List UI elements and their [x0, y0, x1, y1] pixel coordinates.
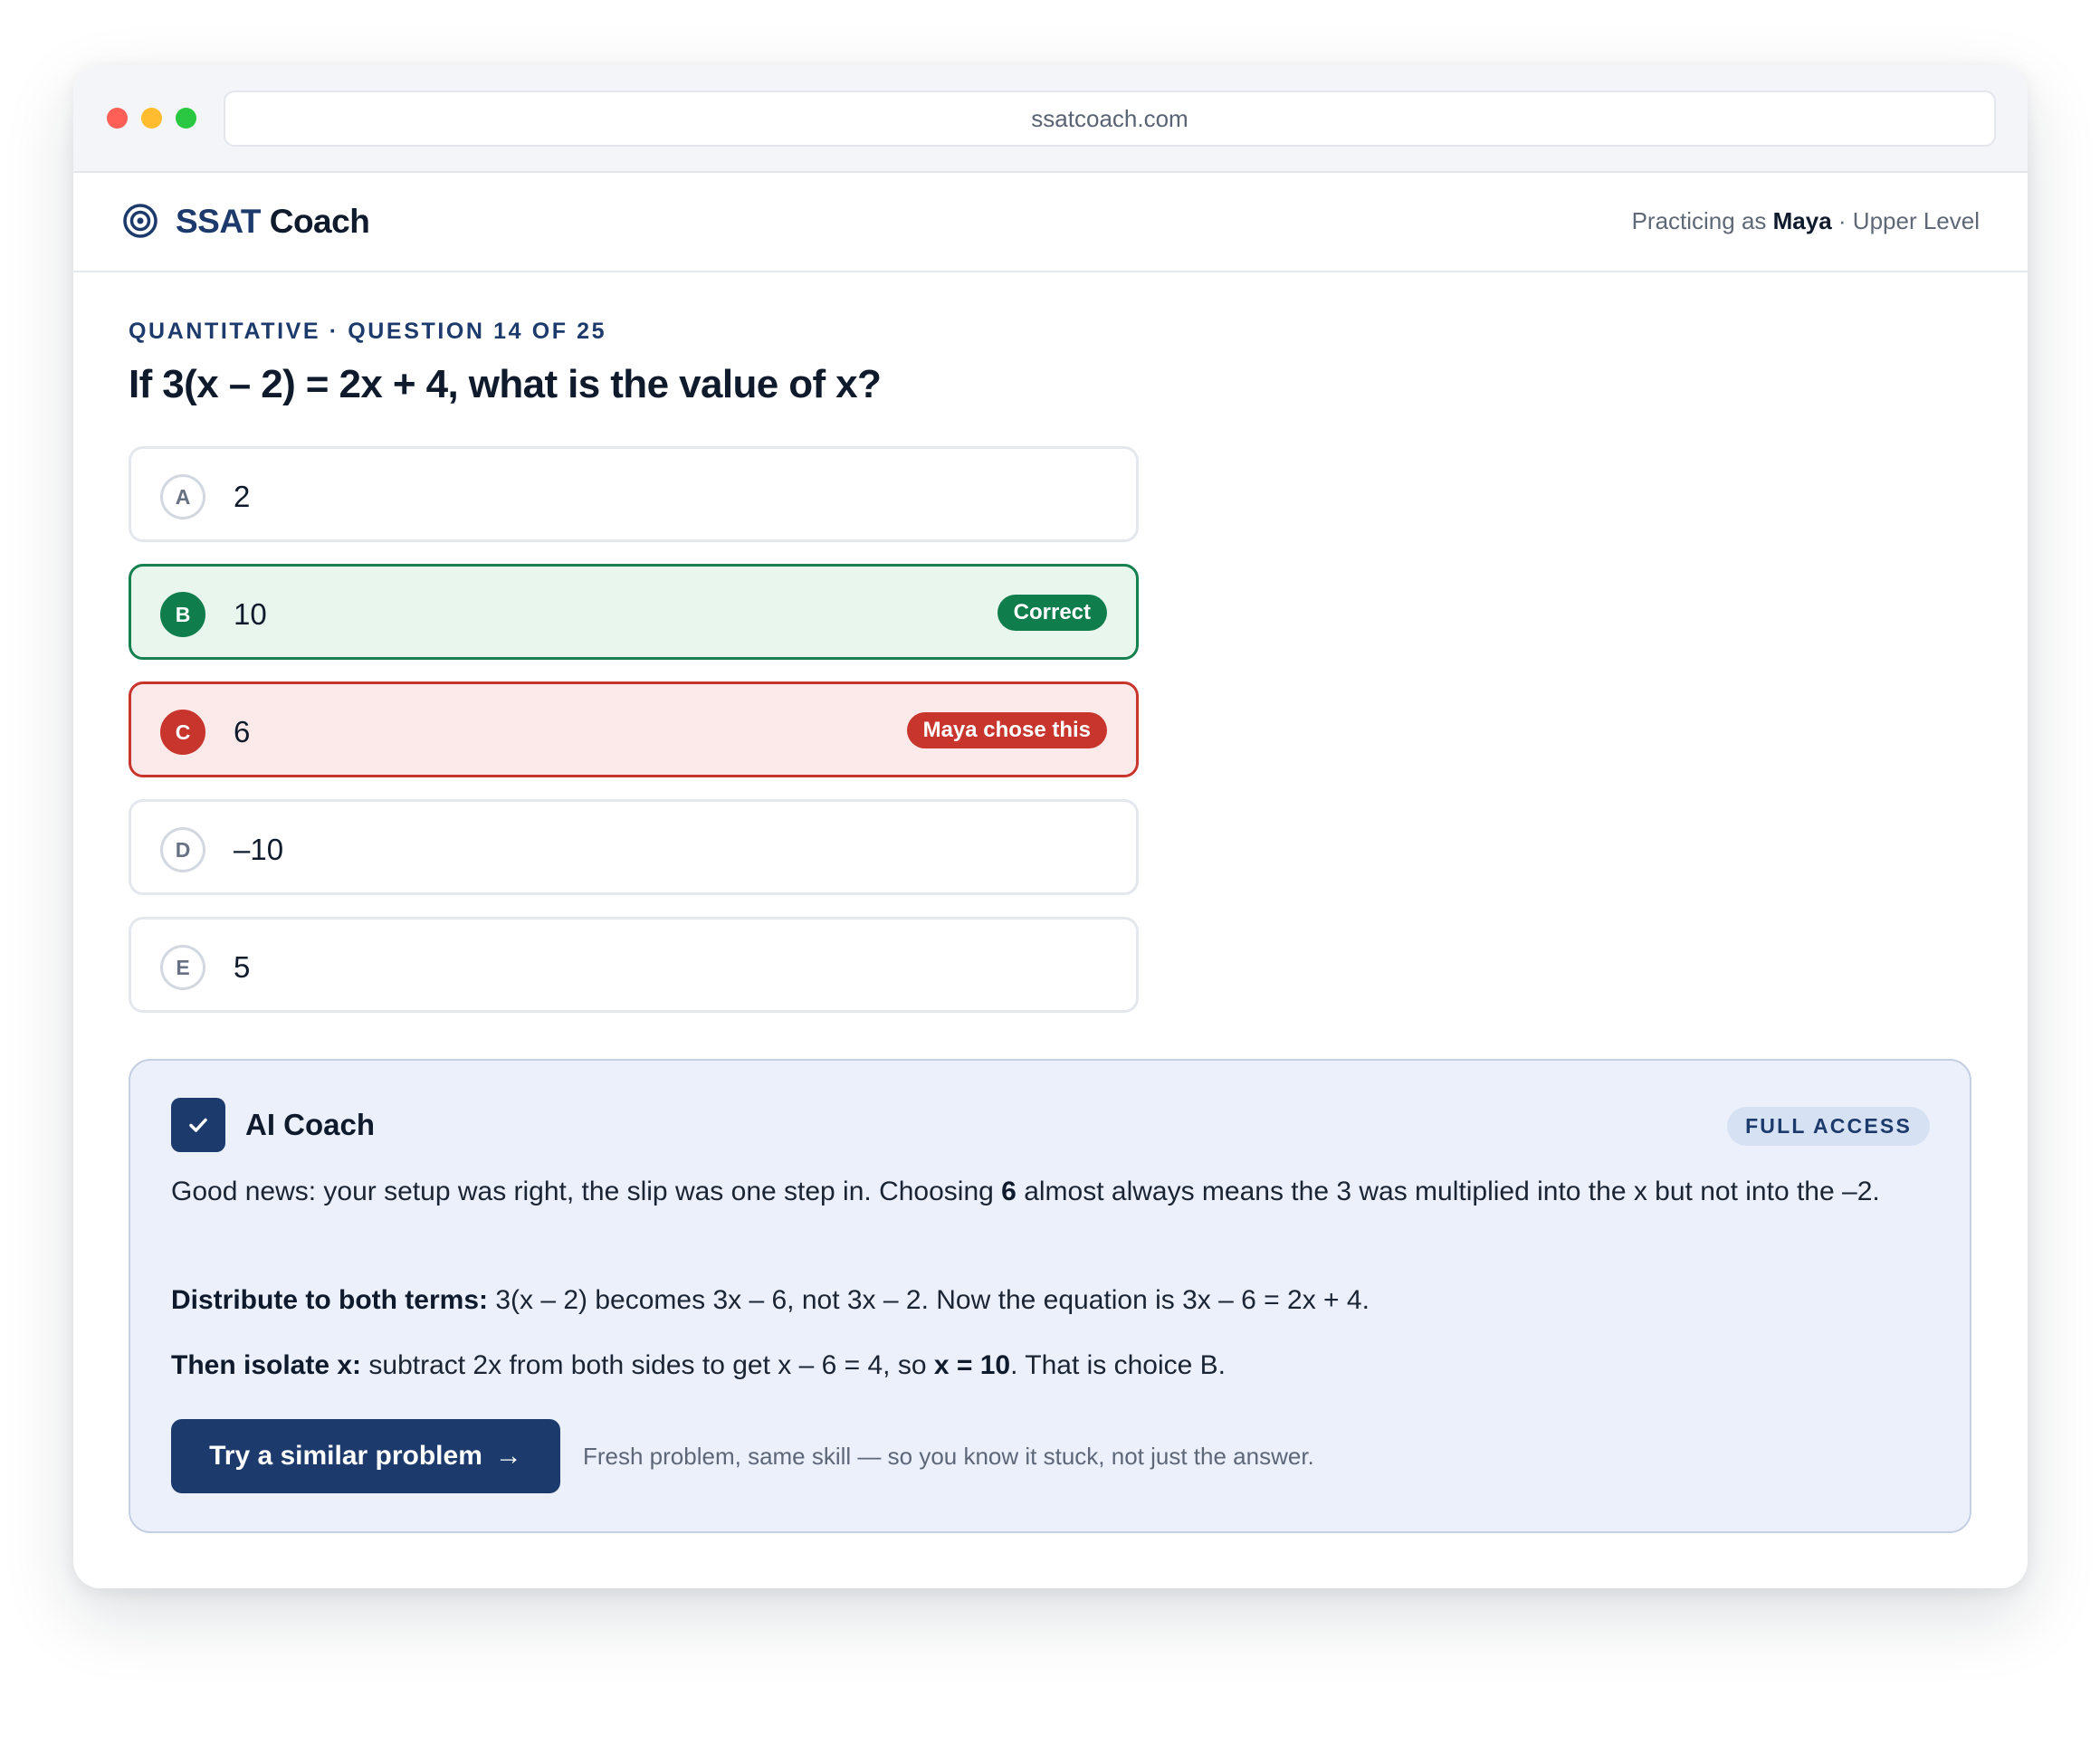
- access-badge: FULL ACCESS: [1727, 1107, 1930, 1146]
- choice-text: –10: [234, 833, 284, 866]
- brand-name-rest: Coach: [260, 203, 370, 240]
- browser-window: ssatcoach.com SSAT Coach Practicing as M…: [73, 65, 2028, 1588]
- selected-answer-badge: Maya chose this: [906, 712, 1107, 748]
- try-similar-problem-button[interactable]: Try a similar problem →: [171, 1419, 560, 1493]
- choice-letter: C: [160, 710, 205, 755]
- choice-letter: A: [160, 474, 205, 519]
- app-header: SSAT Coach Practicing as Maya · Upper Le…: [73, 173, 2028, 272]
- coach-step-heading: Distribute to both terms:: [171, 1285, 488, 1315]
- zoom-window-button[interactable]: [176, 108, 196, 129]
- coach-emphasis: 6: [1001, 1177, 1017, 1206]
- user-context: Practicing as Maya · Upper Level: [1632, 207, 1980, 235]
- choice-text: 2: [234, 480, 251, 513]
- cta-label: Try a similar problem: [209, 1441, 482, 1471]
- user-name: Maya: [1772, 207, 1832, 234]
- cta-note: Fresh problem, same skill — so you know …: [583, 1443, 1314, 1470]
- minimize-window-button[interactable]: [141, 108, 162, 129]
- question-prompt: If 3(x – 2) = 2x + 4, what is the value …: [129, 362, 882, 406]
- browser-toolbar: ssatcoach.com: [73, 65, 2028, 173]
- coach-text: almost always means the 3 was multiplied…: [1016, 1177, 1880, 1206]
- coach-title: AI Coach: [245, 1108, 376, 1141]
- answer-choice-c[interactable]: C 6 Maya chose this: [129, 681, 1139, 777]
- choice-text: 5: [234, 950, 251, 984]
- answer-choice-a[interactable]: A 2: [129, 446, 1139, 542]
- coach-emphasis: x = 10: [933, 1350, 1011, 1380]
- answer-choice-d[interactable]: D –10: [129, 799, 1139, 895]
- coach-text: Good news: your setup was right, the sli…: [171, 1177, 1002, 1206]
- coach-step-heading: Then isolate x:: [171, 1350, 362, 1380]
- question-eyebrow: QUANTITATIVE · QUESTION 14 OF 25: [129, 319, 607, 344]
- coach-step-isolate: Then isolate x: subtract 2x from both si…: [171, 1343, 1918, 1388]
- answer-choice-b[interactable]: B 10 Correct: [129, 564, 1139, 660]
- coach-text: subtract 2x from both sides to get x – 6…: [361, 1350, 934, 1380]
- choice-text: 6: [234, 715, 251, 748]
- coach-step-distribute: Distribute to both terms: 3(x – 2) becom…: [171, 1278, 1918, 1323]
- coach-explanation-intro: Good news: your setup was right, the sli…: [171, 1169, 1918, 1215]
- brand-name[interactable]: SSAT Coach: [176, 203, 370, 241]
- choice-letter: E: [160, 945, 205, 990]
- arrow-right-icon: →: [494, 1441, 522, 1471]
- coach-text: 3(x – 2) becomes 3x – 6, not 3x – 2. Now…: [488, 1285, 1370, 1315]
- checkmark-icon: [171, 1098, 225, 1152]
- user-level: · Upper Level: [1831, 207, 1980, 234]
- coach-text: . That is choice B.: [1010, 1350, 1227, 1380]
- choice-letter: B: [160, 592, 205, 637]
- choice-letter: D: [160, 827, 205, 872]
- choice-text: 10: [234, 597, 267, 631]
- brand-name-strong: SSAT: [176, 203, 261, 240]
- close-window-button[interactable]: [107, 108, 128, 129]
- user-context-prefix: Practicing as: [1631, 207, 1773, 234]
- correct-badge: Correct: [997, 595, 1107, 631]
- answer-choice-e[interactable]: E 5: [129, 917, 1139, 1013]
- address-bar-url: ssatcoach.com: [1031, 104, 1188, 132]
- target-logo-icon: [122, 203, 158, 239]
- address-bar[interactable]: ssatcoach.com: [224, 91, 1996, 147]
- ai-coach-panel: AI Coach FULL ACCESS Good news: your set…: [129, 1059, 1971, 1533]
